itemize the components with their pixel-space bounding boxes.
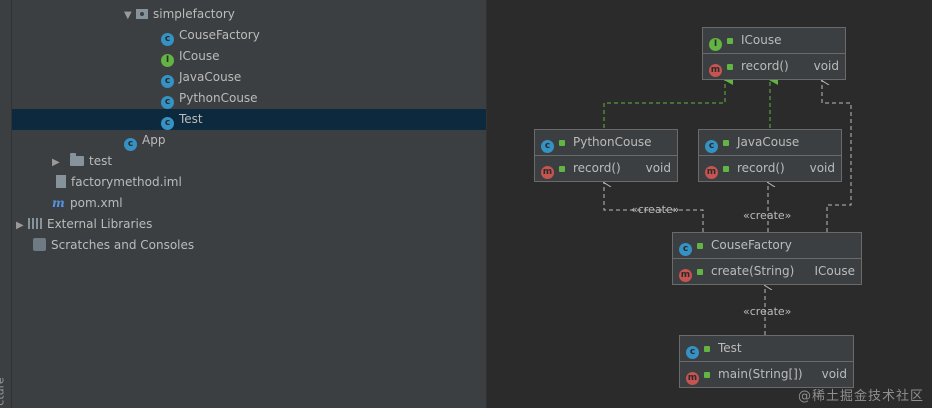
method-return: void	[645, 161, 671, 175]
lock-icon	[727, 38, 733, 44]
node-header: I ICouse	[703, 28, 845, 54]
method-return: ICouse	[814, 264, 856, 278]
class-icon: c	[161, 96, 174, 109]
chevron-down-icon[interactable]: ▼	[124, 5, 136, 26]
node-name: JavaCouse	[737, 135, 800, 149]
node-name: Test	[718, 341, 742, 355]
folder-icon	[70, 153, 84, 166]
class-icon: c	[161, 33, 174, 46]
lock-icon	[727, 64, 733, 70]
runnable-class-icon: c	[686, 346, 699, 359]
project-tool-window: cture ▼ simplefactory c CouseFactory I ICou…	[0, 0, 486, 408]
tree-item-javacouse[interactable]: c JavaCouse	[161, 67, 241, 88]
method-signature: record()	[741, 59, 789, 73]
node-method: m main(String[]) void	[680, 362, 853, 386]
tree-item-simplefactory[interactable]: ▼ simplefactory	[124, 4, 235, 25]
package-icon	[136, 9, 148, 19]
chevron-right-icon[interactable]: ▶	[16, 215, 28, 236]
tree-item-label: CouseFactory	[179, 28, 260, 42]
node-header: c Test	[680, 336, 853, 362]
edge-label-create: «create»	[743, 305, 792, 318]
lock-icon	[697, 269, 703, 275]
lock-icon	[697, 243, 703, 249]
tree-item-icouse[interactable]: I ICouse	[161, 46, 220, 67]
uml-node-cousefactory[interactable]: c CouseFactory m create(String) ICouse	[672, 232, 862, 285]
scratches-icon	[33, 238, 46, 251]
structure-strip-label[interactable]: cture	[0, 377, 7, 405]
method-icon: m	[705, 166, 718, 179]
watermark: @稀土掘金技术社区	[797, 389, 924, 404]
class-icon: c	[705, 140, 718, 153]
node-name: PythonCouse	[573, 135, 652, 149]
method-return: void	[813, 59, 839, 73]
class-icon: c	[161, 75, 174, 88]
node-method: m record() void	[699, 156, 841, 180]
lock-icon	[559, 166, 565, 172]
uml-node-pythoncouse[interactable]: c PythonCouse m record() void	[534, 129, 678, 182]
node-header: c PythonCouse	[535, 130, 677, 156]
method-signature: create(String)	[711, 264, 795, 278]
tree-item-test[interactable]: c Test	[12, 109, 486, 130]
class-icon: c	[679, 243, 692, 256]
method-signature: record()	[573, 161, 621, 175]
tree-item-scratches[interactable]: Scratches and Consoles	[33, 235, 194, 256]
method-signature: main(String[])	[718, 367, 803, 381]
chevron-right-icon[interactable]: ▶	[52, 152, 64, 173]
lock-icon	[704, 372, 710, 378]
tree-item-label: ICouse	[179, 49, 220, 63]
interface-icon: I	[709, 38, 722, 51]
method-return: void	[809, 161, 835, 175]
uml-diagram-canvas[interactable]: I ICouse m record() void c PythonCouse m reco…	[488, 0, 932, 408]
lock-icon	[723, 166, 729, 172]
node-method: m record() void	[703, 54, 845, 78]
lock-icon	[704, 346, 710, 352]
tree-item-label: Scratches and Consoles	[51, 238, 195, 252]
method-icon: m	[686, 372, 699, 385]
iml-file-icon	[56, 175, 66, 188]
edge-label-create: «create»	[743, 209, 792, 222]
lock-icon	[723, 140, 729, 146]
structure-side-strip[interactable]: cture	[0, 0, 12, 408]
tree-item-label: factorymethod.iml	[71, 175, 182, 189]
lock-icon	[559, 140, 565, 146]
tree-item-label: App	[142, 133, 166, 147]
node-name: ICouse	[741, 33, 782, 47]
node-header: c JavaCouse	[699, 130, 841, 156]
method-return: void	[821, 367, 847, 381]
tree-item-label: pom.xml	[70, 196, 123, 210]
node-method: m create(String) ICouse	[673, 259, 861, 283]
tree-item-label: PythonCouse	[179, 91, 258, 105]
interface-icon: I	[161, 54, 174, 67]
method-icon: m	[541, 166, 554, 179]
tree-item-pythoncouse[interactable]: c PythonCouse	[161, 88, 258, 109]
tree-item-label: test	[89, 154, 113, 168]
method-signature: record()	[737, 161, 785, 175]
tree-item-iml[interactable]: factorymethod.iml	[56, 172, 182, 193]
tree-item-cousefactory[interactable]: c CouseFactory	[161, 25, 260, 46]
uml-node-test[interactable]: c Test m main(String[]) void	[679, 335, 854, 388]
tree-item-label: External Libraries	[47, 217, 153, 231]
tree-item-app[interactable]: c App	[124, 130, 165, 151]
tree-item-label: Test	[179, 112, 203, 126]
tree-item-external-libraries[interactable]: ▶ External Libraries	[16, 214, 152, 235]
runnable-class-icon: c	[124, 138, 137, 151]
node-header: c CouseFactory	[673, 233, 861, 259]
tree-item-pom[interactable]: m pom.xml	[52, 193, 123, 214]
class-icon: c	[541, 140, 554, 153]
node-name: CouseFactory	[711, 238, 792, 252]
edge-label-create: «create»	[631, 203, 680, 216]
method-icon: m	[709, 64, 722, 77]
libraries-icon	[28, 218, 42, 229]
method-icon: m	[679, 269, 692, 282]
tree-item-test-folder[interactable]: ▶ test	[52, 151, 112, 172]
tree-item-label: simplefactory	[153, 7, 235, 21]
uml-node-javacouse[interactable]: c JavaCouse m record() void	[698, 129, 842, 182]
maven-icon: m	[52, 196, 65, 210]
node-method: m record() void	[535, 156, 677, 180]
edge-python-realizes-icouse	[603, 75, 733, 128]
runnable-class-icon: c	[161, 117, 174, 130]
tree-item-label: JavaCouse	[179, 70, 242, 84]
uml-node-icouse[interactable]: I ICouse m record() void	[702, 27, 846, 80]
